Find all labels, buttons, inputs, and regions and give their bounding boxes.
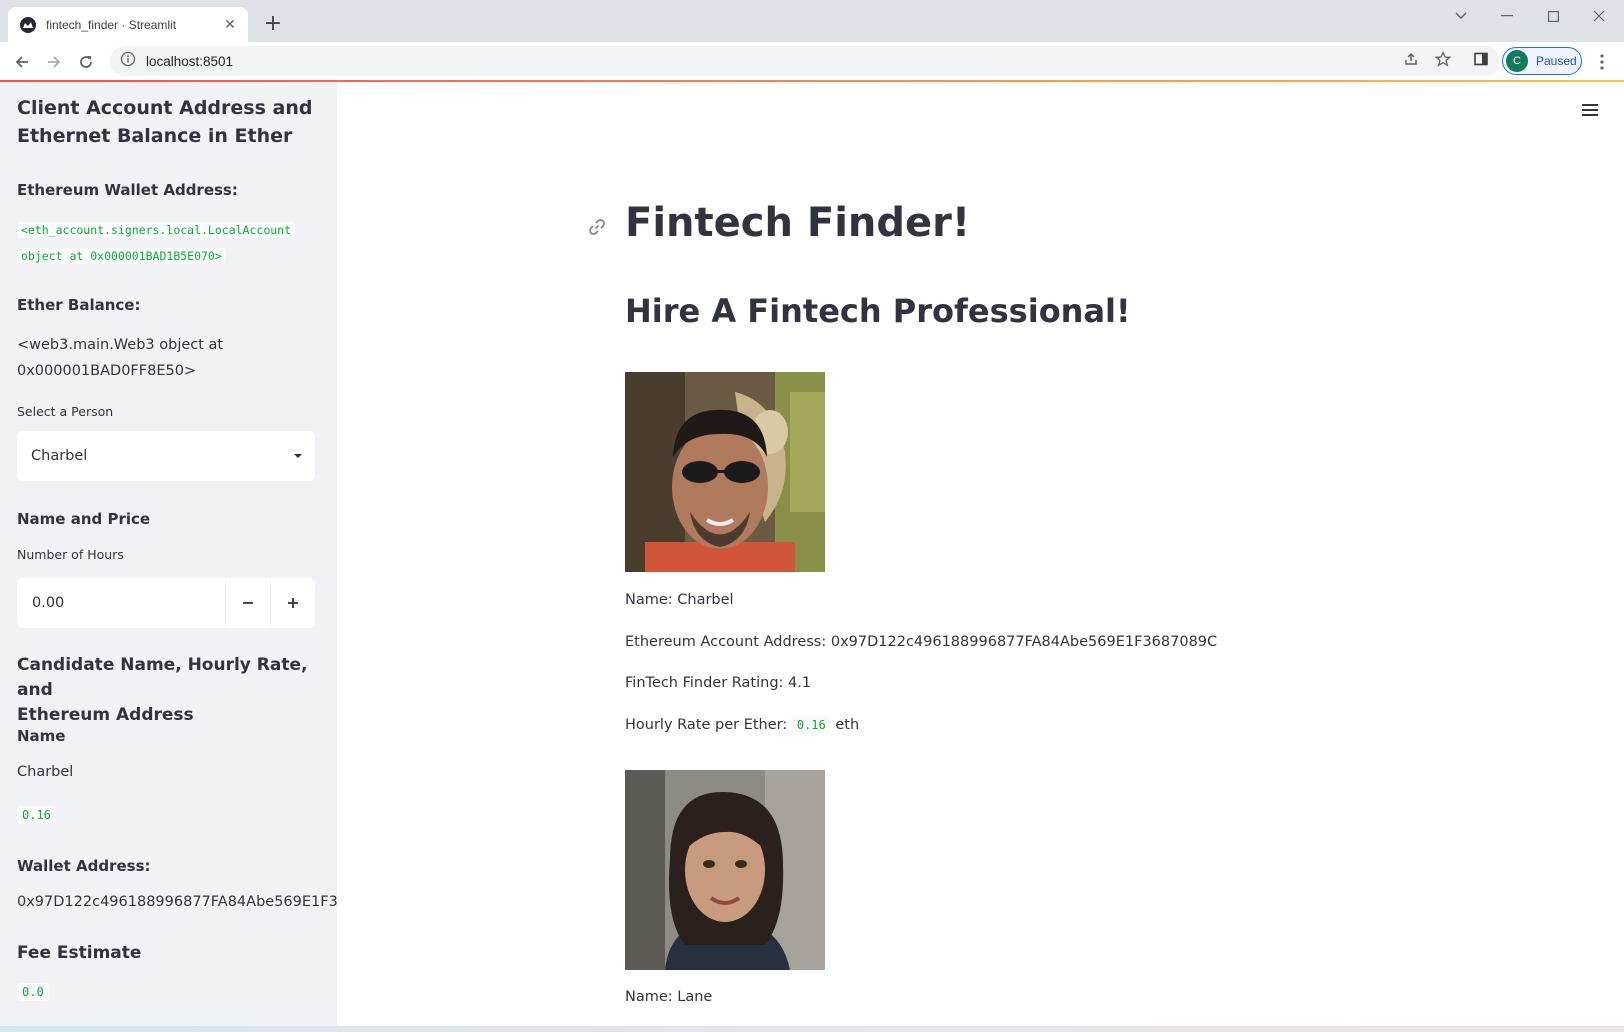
rate-value: 0.16: [17, 806, 56, 824]
streamlit-favicon-icon: [20, 16, 36, 33]
minimize-icon[interactable]: [1484, 0, 1530, 32]
sidebar: Client Account Address and Ethernet Bala…: [0, 82, 337, 1026]
wallet-value-line2: object at 0x000001BAD1B5E070>: [17, 248, 226, 264]
name-price-heading: Name and Price: [17, 510, 151, 528]
tab-close-icon[interactable]: ✕: [222, 17, 238, 33]
candidate-heading: Candidate Name, Hourly Rate, and Ethereu…: [17, 653, 337, 728]
fee-value-badge: 0.0: [17, 981, 49, 1001]
name-heading: Name: [17, 727, 66, 745]
candidate-1-name: Name: Charbel: [625, 592, 734, 608]
wallet-address-heading: Wallet Address:: [17, 857, 151, 875]
page-subtitle: Hire A Fintech Professional!: [625, 292, 1131, 330]
decrement-button[interactable]: [225, 578, 270, 628]
name-value: Charbel: [17, 764, 74, 780]
candidate-heading-line2: Ethereum Address: [17, 705, 194, 725]
candidate-1-rating: FinTech Finder Rating: 4.1: [625, 675, 812, 691]
increment-button[interactable]: [270, 578, 315, 628]
candidate-1-rate: Hourly Rate per Ether: 0.16 eth: [625, 716, 860, 734]
wallet-address-value: 0x97D122c496188996877FA84Abe569E1F368708…: [17, 894, 337, 910]
balance-heading: Ether Balance:: [17, 296, 141, 314]
caret-down-icon: [281, 453, 315, 459]
maximize-icon[interactable]: [1530, 0, 1576, 32]
candidate-1-rate-value: 0.16: [791, 716, 831, 734]
page-title: Fintech Finder!: [625, 200, 971, 246]
new-tab-icon[interactable]: +: [262, 13, 284, 35]
fee-heading: Fee Estimate: [17, 943, 142, 963]
balance-value-line2: 0x000001BAD0FF8E50>: [17, 363, 197, 379]
candidate-photo-charbel: [625, 372, 825, 572]
bookmark-star-icon[interactable]: [1430, 46, 1456, 72]
wallet-heading: Ethereum Wallet Address:: [17, 181, 238, 199]
candidate-1-rate-suffix: eth: [835, 717, 860, 733]
back-icon[interactable]: [8, 48, 36, 76]
candidate-photo-lane: [625, 770, 825, 970]
candidate-heading-line1: Candidate Name, Hourly Rate, and: [17, 655, 308, 700]
candidate-1-rate-prefix: Hourly Rate per Ether:: [625, 717, 788, 733]
balance-value-line1: <web3.main.Web3 object at: [17, 337, 224, 353]
browser-toolbar: localhost:8501 C Paused: [0, 42, 1624, 80]
hours-label: Number of Hours: [17, 547, 124, 562]
wallet-value-line1: <eth_account.signers.local.LocalAccount: [17, 222, 296, 238]
address-bar[interactable]: localhost:8501: [110, 46, 1500, 76]
select-person-dropdown[interactable]: Charbel: [17, 431, 315, 481]
hamburger-menu-icon[interactable]: [1578, 98, 1602, 122]
select-person-value: Charbel: [31, 448, 88, 464]
browser-tab-strip: fintech_finder · Streamlit ✕ +: [0, 0, 1624, 42]
browser-menu-icon[interactable]: [1592, 48, 1612, 76]
reload-icon[interactable]: [72, 48, 100, 76]
select-person-label: Select a Person: [17, 404, 114, 419]
browser-tab[interactable]: fintech_finder · Streamlit ✕: [8, 7, 248, 42]
hours-value[interactable]: 0.00: [17, 595, 225, 611]
rate-value-badge: 0.16: [17, 804, 56, 824]
profile-button[interactable]: C Paused: [1502, 47, 1582, 75]
balance-value: <web3.main.Web3 object at 0x000001BAD0FF…: [17, 332, 223, 384]
window-bottom-edge: [0, 1026, 1624, 1032]
candidate-1-address: Ethereum Account Address: 0x97D122c49618…: [625, 634, 1218, 650]
candidate-2-name: Name: Lane: [625, 989, 713, 1005]
site-info-icon[interactable]: [120, 51, 136, 71]
side-panel-icon[interactable]: [1468, 46, 1494, 72]
sidebar-title: Client Account Address and Ethernet Bala…: [17, 97, 313, 147]
tab-title: fintech_finder · Streamlit: [46, 17, 177, 32]
wallet-value: <eth_account.signers.local.LocalAccount …: [17, 217, 296, 269]
url-text: localhost:8501: [146, 53, 234, 69]
forward-icon[interactable]: [40, 48, 68, 76]
avatar: C: [1506, 50, 1528, 72]
profile-status: Paused: [1536, 54, 1577, 68]
hours-number-input[interactable]: 0.00: [17, 578, 315, 628]
share-icon[interactable]: [1398, 46, 1424, 72]
close-window-icon[interactable]: [1576, 0, 1622, 32]
fee-value: 0.0: [17, 983, 49, 1001]
tab-search-icon[interactable]: [1438, 0, 1484, 32]
link-anchor-icon[interactable]: [587, 217, 607, 237]
